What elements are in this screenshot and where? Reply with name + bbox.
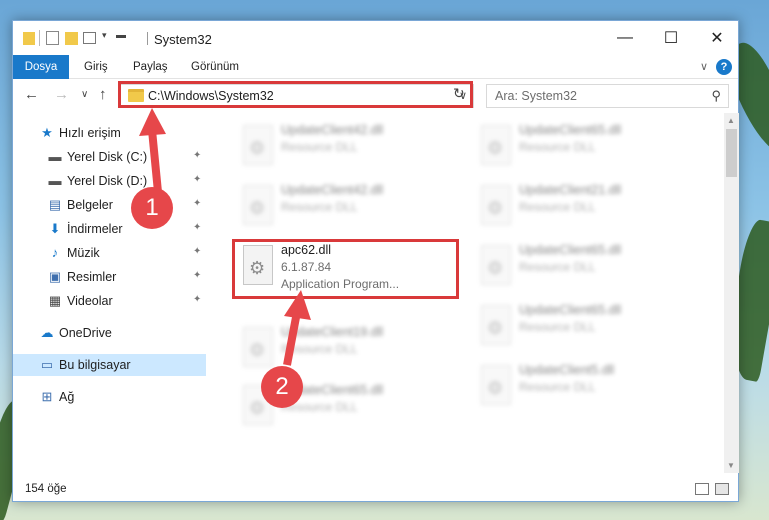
arrow-1-head (139, 108, 166, 136)
annotation-overlay (139, 108, 311, 366)
arrow-1-shaft (148, 129, 162, 193)
arrow-2-head (284, 290, 311, 320)
step-2-badge: 2 (261, 366, 303, 408)
step-1-badge: 1 (131, 187, 173, 229)
arrow-2-shaft (283, 311, 301, 366)
